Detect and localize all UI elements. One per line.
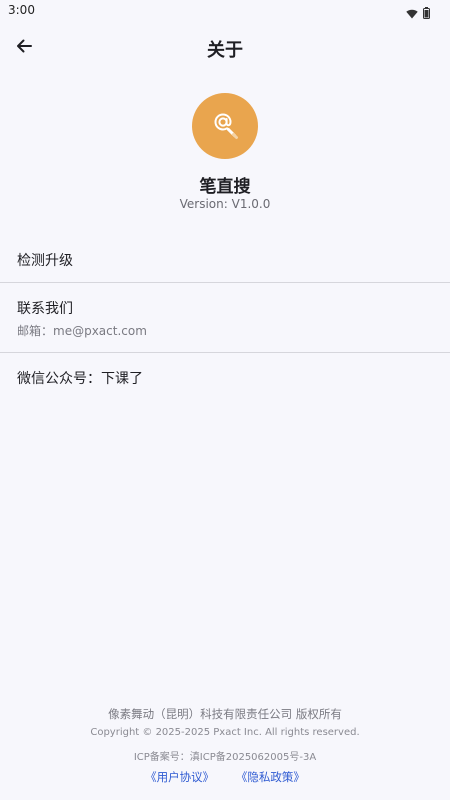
wifi-icon: [406, 4, 418, 23]
battery-icon: [423, 4, 430, 23]
footer-icp[interactable]: ICP备案号：滇ICP备2025062005号-3A: [0, 748, 450, 763]
footer-links: 《用户协议》 《隐私政策》: [0, 769, 450, 785]
app-logo: [192, 93, 258, 159]
app-bar: 关于: [0, 26, 450, 70]
contact-us-label: 联系我们: [17, 301, 73, 317]
contact-us-item[interactable]: 联系我们 邮箱：me@pxact.com: [0, 283, 450, 352]
app-version: Version: V1.0.0: [179, 197, 271, 211]
status-bar: 3:00: [0, 0, 450, 22]
wechat-account-item[interactable]: 微信公众号：下课了: [0, 353, 450, 401]
wechat-account-label: 微信公众号：下课了: [17, 371, 143, 387]
footer-copyright: Copyright © 2025-2025 Pxact Inc. All rig…: [90, 727, 360, 738]
contact-email: 邮箱：me@pxact.com: [17, 324, 147, 338]
privacy-policy-link[interactable]: 《隐私政策》: [236, 770, 305, 784]
at-pencil-icon: [209, 108, 241, 144]
check-update-item[interactable]: 检测升级: [0, 236, 450, 281]
user-agreement-link[interactable]: 《用户协议》: [145, 770, 214, 784]
check-update-label: 检测升级: [17, 253, 73, 269]
page-title: 关于: [207, 40, 243, 61]
footer-company: 像素舞动（昆明）科技有限责任公司 版权所有: [108, 707, 342, 721]
app-name: 笔直搜: [199, 177, 251, 197]
status-time: 3:00: [8, 3, 35, 17]
status-icons: [406, 4, 430, 23]
